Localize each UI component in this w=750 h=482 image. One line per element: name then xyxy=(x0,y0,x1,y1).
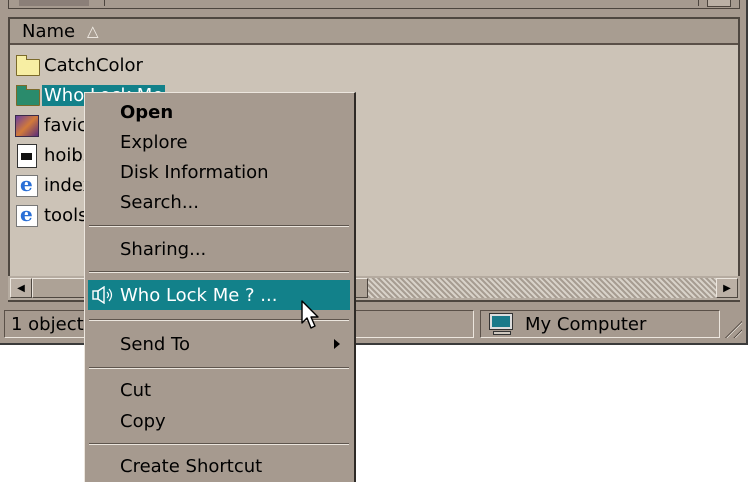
menu-item-label: Open xyxy=(120,101,174,123)
menu-item-label: Cut xyxy=(120,379,152,401)
list-item[interactable]: hoibs xyxy=(14,141,94,169)
list-item[interactable]: tools xyxy=(14,201,89,229)
menu-item-disk-information[interactable]: Disk Information xyxy=(88,157,350,187)
ie-document-icon xyxy=(14,172,38,197)
list-item[interactable]: CatchColor xyxy=(14,51,145,79)
menu-separator xyxy=(89,225,349,227)
column-header-name[interactable]: Name △ xyxy=(10,19,738,45)
menu-separator xyxy=(89,443,349,445)
address-field[interactable] xyxy=(104,0,699,6)
mouse-pointer-icon xyxy=(301,300,319,329)
menu-item-label: Who Lock Me ? ... xyxy=(120,284,278,306)
sort-ascending-icon: △ xyxy=(87,22,99,40)
ie-document-icon xyxy=(14,202,38,227)
menu-item-label: Disk Information xyxy=(120,161,269,183)
context-menu: Open Explore Disk Information Search... … xyxy=(84,92,356,482)
address-icon xyxy=(19,0,89,6)
menu-item-sharing[interactable]: Sharing... xyxy=(88,234,350,264)
document-icon xyxy=(14,144,38,168)
menu-item-open[interactable]: Open xyxy=(88,97,350,127)
menu-item-label: Search... xyxy=(120,191,200,213)
address-dropdown-button[interactable] xyxy=(707,0,731,7)
menu-item-label: Create Shortcut xyxy=(120,455,263,477)
menu-item-label: Copy xyxy=(120,410,166,432)
folder-icon xyxy=(14,54,40,76)
folder-icon xyxy=(14,84,40,106)
resize-grip[interactable] xyxy=(722,318,742,338)
list-item-label: tools xyxy=(44,204,88,226)
scroll-right-button[interactable]: ▶ xyxy=(716,278,738,298)
menu-item-label: Sharing... xyxy=(120,238,207,260)
speaker-icon xyxy=(92,286,113,304)
menu-item-cut[interactable]: Cut xyxy=(88,375,350,405)
menu-item-label: Explore xyxy=(120,131,188,153)
list-item-label: CatchColor xyxy=(44,54,143,76)
submenu-arrow-icon xyxy=(334,339,340,349)
status-location-text: My Computer xyxy=(525,313,647,335)
menu-separator xyxy=(89,367,349,369)
column-header-label: Name xyxy=(22,21,76,42)
menu-item-explore[interactable]: Explore xyxy=(88,127,350,157)
menu-item-copy[interactable]: Copy xyxy=(88,406,350,436)
address-bar[interactable] xyxy=(8,0,740,9)
scroll-left-button[interactable]: ◀ xyxy=(10,278,32,298)
menu-item-send-to[interactable]: Send To xyxy=(88,329,350,359)
status-location: My Computer xyxy=(480,310,720,338)
image-icon xyxy=(14,114,39,137)
menu-separator xyxy=(89,271,349,273)
my-computer-icon xyxy=(487,312,517,336)
menu-item-label: Send To xyxy=(120,333,191,355)
menu-item-create-shortcut[interactable]: Create Shortcut xyxy=(88,451,350,481)
menu-item-search[interactable]: Search... xyxy=(88,187,350,217)
